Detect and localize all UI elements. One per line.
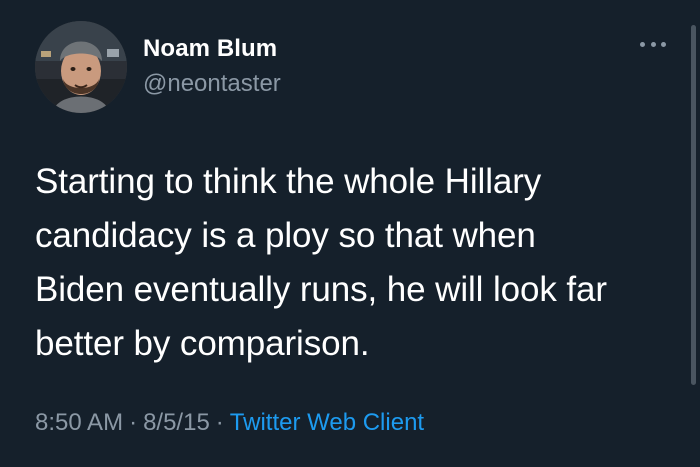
avatar-image (35, 21, 127, 113)
meta-separator: · (129, 409, 138, 436)
user-handle[interactable]: @neontaster (143, 70, 281, 98)
scrollbar[interactable] (691, 25, 696, 385)
meta-separator: · (215, 409, 224, 436)
tweet-client-link[interactable]: Twitter Web Client (230, 409, 424, 436)
tweet-text: Starting to think the whole Hillary cand… (35, 162, 607, 363)
tweet-metadata: 8:50 AM · 8/5/15 · Twitter Web Client (35, 409, 424, 437)
tweet-date[interactable]: 8/5/15 (143, 409, 210, 436)
tweet-time[interactable]: 8:50 AM (35, 409, 123, 436)
more-dot (650, 41, 656, 47)
more-dot (661, 41, 666, 47)
display-name[interactable]: Noam Blum (143, 35, 277, 63)
more-options-icon[interactable] (640, 38, 666, 50)
avatar[interactable] (35, 21, 127, 113)
more-dot (640, 41, 645, 47)
tweet-card: Noam Blum @neontaster Starting to think … (0, 0, 700, 467)
